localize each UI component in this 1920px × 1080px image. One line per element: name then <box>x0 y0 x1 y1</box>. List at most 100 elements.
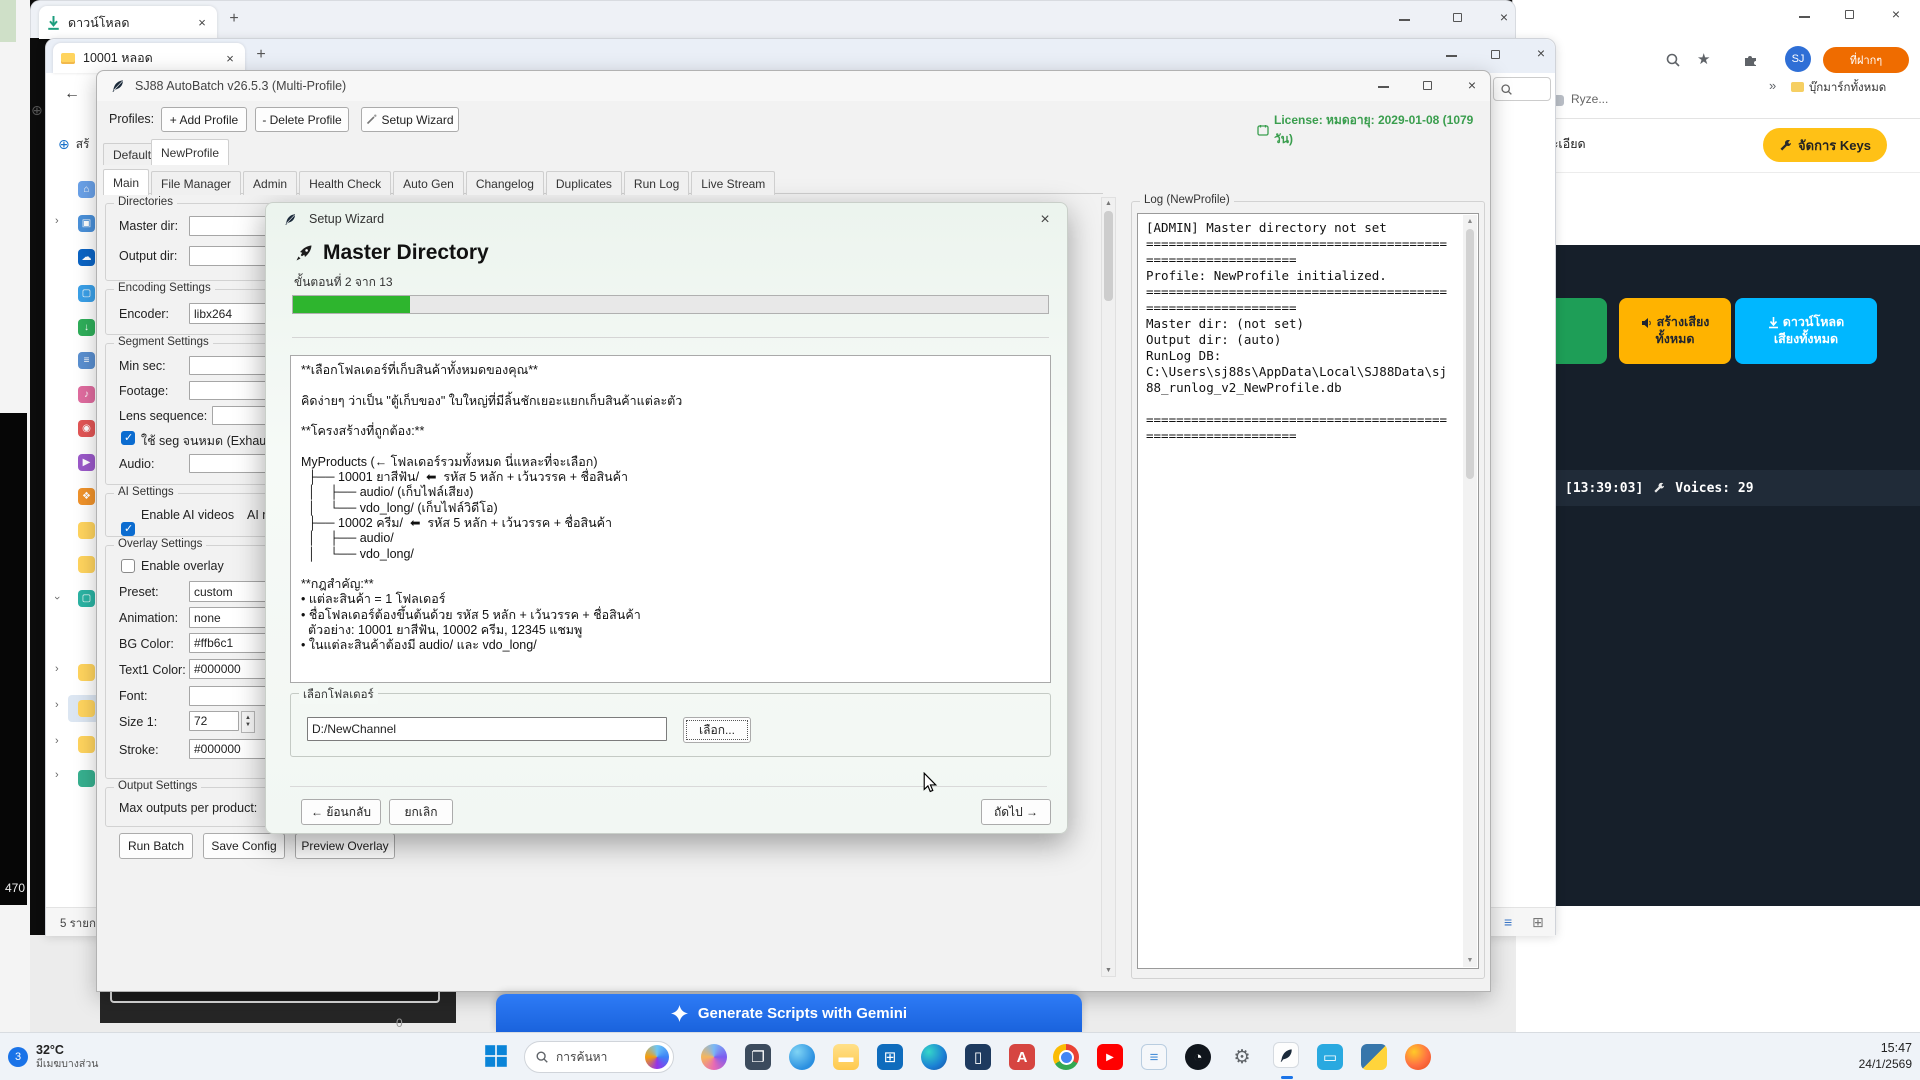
tab-changelog[interactable]: Changelog <box>466 171 544 195</box>
taskbar-settings-icon[interactable]: ⚙ <box>1229 1044 1255 1070</box>
scroll-thumb[interactable] <box>1104 211 1113 301</box>
extensions-puzzle-icon[interactable] <box>1743 52 1758 67</box>
sidebar-music-icon[interactable]: ♪ <box>78 386 95 403</box>
tab-main[interactable]: Main <box>103 169 149 195</box>
page-link-label[interactable]: Ryze... <box>1571 92 1608 106</box>
downloads-tab-close-icon[interactable]: × <box>195 15 209 30</box>
autobatch-titlebar[interactable]: SJ88 AutoBatch v26.5.3 (Multi-Profile) <box>97 71 1490 101</box>
tab-health-check[interactable]: Health Check <box>299 171 391 195</box>
generate-video-button-partial[interactable] <box>1549 298 1607 364</box>
taskbar-line-icon[interactable]: ▭ <box>1317 1044 1343 1070</box>
taskbar-file-explorer-icon[interactable]: ▬ <box>833 1044 859 1070</box>
taskbar-copilot-icon[interactable] <box>701 1044 727 1070</box>
enable-ai-checkbox[interactable] <box>121 522 135 536</box>
sidebar-apps-icon[interactable]: ❖ <box>78 488 95 505</box>
browser-minimize-button[interactable] <box>1799 16 1810 18</box>
sidebar-folder-icon-3[interactable] <box>78 664 95 681</box>
explorer-new-button[interactable]: ⊕ สร้ <box>58 135 90 154</box>
setup-wizard-button[interactable]: Setup Wizard <box>361 107 459 132</box>
sidebar-folder-icon-1[interactable] <box>78 522 95 539</box>
bookmark-star-icon[interactable]: ★ <box>1697 50 1710 68</box>
sidebar-chevron[interactable]: › <box>55 215 59 227</box>
wizard-cancel-button[interactable]: ยกเลิก <box>389 799 453 825</box>
tab-auto-gen[interactable]: Auto Gen <box>393 171 464 195</box>
profile-pill-button[interactable]: ที่ฝากๆ <box>1823 47 1909 73</box>
taskbar-weather[interactable]: 3 32°C มีเมฆบางส่วน <box>8 1037 158 1077</box>
sidebar-documents-icon[interactable]: ≡ <box>78 352 95 369</box>
profile-tab-newprofile[interactable]: NewProfile <box>151 139 229 165</box>
log-scrollbar[interactable]: ▲ ▼ <box>1463 215 1477 967</box>
downloads-new-tab-icon[interactable]: + <box>227 10 241 28</box>
gemini-bar[interactable]: Generate Scripts with Gemini <box>496 994 1082 1032</box>
browser-close-button[interactable]: × <box>1889 6 1903 22</box>
save-config-button[interactable]: Save Config <box>203 833 285 859</box>
size1-spinner[interactable] <box>189 711 239 731</box>
taskbar-python-icon[interactable] <box>1361 1044 1387 1070</box>
explorer-back-icon[interactable]: ← <box>64 85 80 103</box>
log-scroll-down-icon[interactable]: ▼ <box>1463 957 1477 964</box>
explorer-tab-close-icon[interactable]: × <box>223 51 237 66</box>
browser-maximize-button[interactable] <box>1845 10 1854 19</box>
wizard-content-box[interactable]: **เลือกโฟลเดอร์ที่เก็บสินค้าทั้งหมดของคุ… <box>290 355 1051 683</box>
sidebar-folder-icon-2[interactable] <box>78 556 95 573</box>
sidebar-downloads-icon[interactable]: ↓ <box>78 319 95 336</box>
taskbar-chrome-icon[interactable] <box>1053 1044 1079 1070</box>
browser-avatar[interactable]: SJ <box>1785 46 1811 72</box>
taskbar-firefox-icon[interactable] <box>1405 1044 1431 1070</box>
downloads-close-button[interactable]: × <box>1497 9 1511 25</box>
wizard-titlebar[interactable]: Setup Wizard <box>266 203 1067 235</box>
log-scroll-thumb[interactable] <box>1466 229 1474 479</box>
scroll-down-icon[interactable]: ▼ <box>1102 967 1115 974</box>
start-button[interactable] <box>484 1044 508 1068</box>
explorer-new-tab-icon[interactable]: + <box>254 46 268 64</box>
sidebar-chevron-4[interactable]: › <box>55 735 59 747</box>
run-batch-button[interactable]: Run Batch <box>119 833 193 859</box>
explorer-tab[interactable]: 10001 หลอด × <box>53 43 245 73</box>
downloads-maximize-button[interactable] <box>1453 13 1462 22</box>
explorer-minimize-button[interactable] <box>1446 55 1457 57</box>
taskbar-notepad-icon[interactable]: ≡ <box>1141 1044 1167 1070</box>
sidebar-chevron-3[interactable]: › <box>55 699 59 711</box>
delete-profile-button[interactable]: - Delete Profile <box>255 107 349 132</box>
tab-run-log[interactable]: Run Log <box>624 171 689 195</box>
sidebar-chevron-open[interactable]: › <box>51 596 63 600</box>
autobatch-maximize-button[interactable] <box>1423 81 1432 90</box>
add-profile-button[interactable]: + Add Profile <box>161 107 247 132</box>
log-box[interactable]: [ADMIN] Master directory not set =======… <box>1137 213 1479 969</box>
autobatch-close-button[interactable]: × <box>1465 77 1479 93</box>
sidebar-chevron-5[interactable]: › <box>55 769 59 781</box>
taskbar-clock[interactable]: 15:47 24/1/2569 <box>1840 1040 1912 1072</box>
grid-view-icon[interactable]: ⊞ <box>1532 914 1544 931</box>
taskbar-task-view-icon[interactable]: ❐ <box>745 1044 771 1070</box>
explorer-maximize-button[interactable] <box>1491 50 1500 59</box>
sidebar-home-icon[interactable]: ⌂ <box>78 181 95 198</box>
tab-file-manager[interactable]: File Manager <box>151 171 241 195</box>
explorer-search-box[interactable] <box>1493 77 1551 101</box>
list-view-icon[interactable]: ≡ <box>1504 914 1512 930</box>
sidebar-folder-icon-selected[interactable] <box>78 700 95 717</box>
bookmarks-all-label[interactable]: บุ๊กมาร์กทั้งหมด <box>1809 79 1886 97</box>
taskbar-edge-icon[interactable] <box>921 1044 947 1070</box>
scroll-up-icon[interactable]: ▲ <box>1102 200 1115 207</box>
wizard-next-button[interactable]: ถัดไป → <box>981 799 1051 825</box>
taskbar-office-app-icon[interactable]: A <box>1009 1044 1035 1070</box>
downloads-minimize-button[interactable] <box>1399 19 1410 21</box>
taskbar-youtube-icon[interactable]: ▶ <box>1097 1044 1123 1070</box>
sidebar-folder-teal-icon[interactable] <box>78 770 95 787</box>
sidebar-desktop-icon[interactable]: ▢ <box>78 285 95 302</box>
taskbar-phone-link-icon[interactable]: ▯ <box>965 1044 991 1070</box>
browse-button[interactable]: เลือก... <box>683 717 751 743</box>
taskbar-sj88-icon[interactable] <box>1273 1042 1299 1068</box>
sidebar-folder-icon-4[interactable] <box>78 736 95 753</box>
exhaust-checkbox[interactable] <box>121 431 135 445</box>
tts-all-button[interactable]: สร้างเสียง ทั้งหมด <box>1619 298 1731 364</box>
explorer-close-button[interactable]: × <box>1534 45 1548 61</box>
main-scrollbar[interactable]: ▲ ▼ <box>1101 197 1116 977</box>
sidebar-pictures-icon[interactable]: ◉ <box>78 420 95 437</box>
taskbar-store-icon[interactable]: ⊞ <box>877 1044 903 1070</box>
sidebar-gallery-icon[interactable]: ▣ <box>78 215 95 232</box>
size1-spinner-arrows[interactable]: ▲▼ <box>241 711 255 733</box>
sidebar-videos-icon[interactable]: ▶ <box>78 454 95 471</box>
preview-overlay-button[interactable]: Preview Overlay <box>295 833 395 859</box>
tab-live-stream[interactable]: Live Stream <box>691 171 775 195</box>
